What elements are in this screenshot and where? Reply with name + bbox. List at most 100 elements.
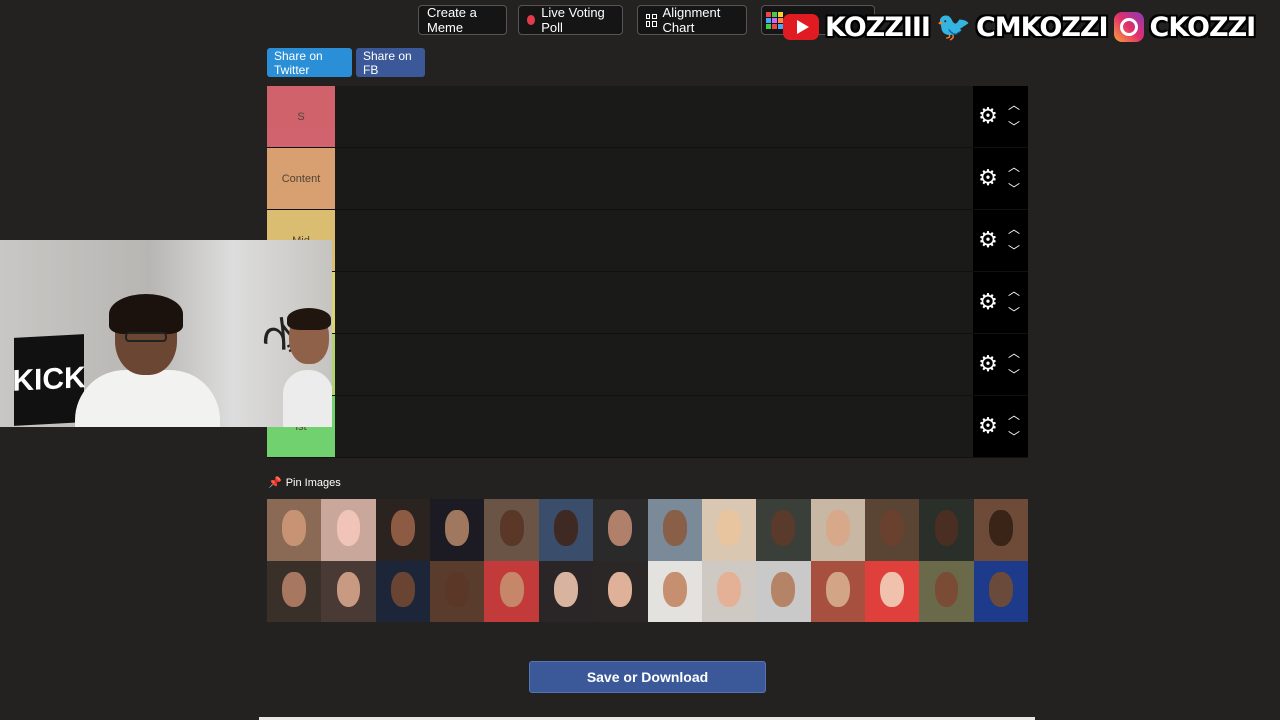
gear-icon[interactable]: ⚙	[977, 105, 999, 127]
face-image	[934, 571, 959, 608]
tier-item-thumbnail[interactable]	[919, 499, 974, 561]
tier-item-thumbnail[interactable]	[430, 560, 485, 622]
gear-icon[interactable]: ⚙	[977, 415, 999, 437]
face-image	[499, 510, 524, 546]
tier-row: ⚙ ︿ ﹀	[267, 272, 1028, 334]
face-image	[880, 571, 905, 608]
tier-controls: ⚙ ︿ ﹀	[973, 86, 1028, 147]
tier-row: S ⚙ ︿ ﹀	[267, 86, 1028, 148]
colorful-grid-icon	[766, 11, 783, 29]
tier-list: S⚙︿﹀Content⚙︿﹀Mid⚙︿﹀⚙︿﹀⚙︿﹀ist⚙︿﹀	[267, 86, 1028, 458]
tier-item-thumbnail[interactable]	[864, 560, 920, 622]
tier-controls: ⚙ ︿ ﹀	[973, 148, 1028, 209]
live-poll-label: Live Voting Poll	[541, 5, 605, 35]
tier-item-thumbnail[interactable]	[484, 560, 539, 622]
chevron-down-icon[interactable]: ﹀	[1007, 307, 1021, 319]
social-overlay: KOZZIII 🐦 CMKOZZI CKOZZI	[783, 10, 1256, 44]
youtube-handle: KOZZIII	[825, 11, 931, 43]
share-fb-label: Share on FB	[363, 48, 412, 77]
tier-drop-zone[interactable]	[335, 148, 973, 209]
tier-drop-zone[interactable]	[335, 210, 973, 271]
create-meme-button[interactable]: Create a Meme	[418, 5, 507, 35]
tier-item-thumbnail[interactable]	[321, 560, 376, 622]
twitter-bird-icon: 🐦	[936, 10, 971, 43]
gear-icon[interactable]: ⚙	[977, 353, 999, 375]
tier-item-thumbnail[interactable]	[647, 560, 702, 622]
grid-icon	[646, 13, 657, 27]
youtube-icon	[783, 14, 819, 40]
face-image	[336, 510, 361, 546]
tier-item-thumbnail[interactable]	[267, 499, 322, 561]
tier-item-thumbnail[interactable]	[321, 499, 376, 561]
chevron-up-icon[interactable]: ︿	[1007, 223, 1021, 235]
tier-drop-zone[interactable]	[335, 334, 973, 395]
tier-row: Mid⚙︿﹀	[267, 210, 1028, 272]
tier-item-thumbnail[interactable]	[756, 560, 811, 622]
tier-item-thumbnail[interactable]	[864, 499, 920, 561]
face-image	[554, 510, 578, 546]
tier-item-thumbnail[interactable]	[701, 499, 757, 561]
chevron-up-icon[interactable]: ︿	[1007, 347, 1021, 359]
tier-drop-zone[interactable]	[335, 272, 973, 333]
image-pool	[267, 499, 1028, 622]
tier-item-thumbnail[interactable]	[375, 499, 431, 561]
pin-images-header[interactable]: 📌 Pin Images	[268, 476, 341, 490]
face-image	[825, 571, 850, 608]
chevron-down-icon[interactable]: ﹀	[1007, 431, 1021, 443]
tier-item-thumbnail[interactable]	[810, 560, 865, 622]
chevron-down-icon[interactable]: ﹀	[1007, 121, 1021, 133]
gear-icon[interactable]: ⚙	[977, 291, 999, 313]
chevron-down-icon[interactable]: ﹀	[1007, 245, 1021, 257]
face-image	[282, 571, 307, 608]
tier-item-thumbnail[interactable]	[538, 499, 594, 561]
tier-label-text: S	[297, 110, 305, 123]
chevron-up-icon[interactable]: ︿	[1007, 161, 1021, 173]
tier-item-thumbnail[interactable]	[593, 560, 648, 622]
tier-item-thumbnail[interactable]	[973, 499, 1028, 561]
chevron-down-icon[interactable]: ﹀	[1007, 183, 1021, 195]
tier-item-thumbnail[interactable]	[375, 560, 431, 622]
tier-item-thumbnail[interactable]	[647, 499, 702, 561]
alignment-chart-label: Alignment Chart	[662, 5, 721, 35]
chevron-up-icon[interactable]: ︿	[1007, 285, 1021, 297]
share-fb-button[interactable]: Share on FB	[356, 48, 425, 77]
face-image	[717, 510, 741, 546]
pin-icon: 📌	[268, 477, 282, 489]
save-download-button[interactable]: Save or Download	[529, 661, 766, 693]
tier-item-thumbnail[interactable]	[973, 560, 1028, 622]
tier-label[interactable]: Content	[267, 148, 335, 209]
tier-item-thumbnail[interactable]	[810, 499, 865, 561]
tier-item-thumbnail[interactable]	[593, 499, 648, 561]
face-image	[282, 510, 307, 546]
alignment-chart-button[interactable]: Alignment Chart	[637, 5, 747, 35]
tier-item-thumbnail[interactable]	[484, 499, 539, 561]
save-download-label: Save or Download	[586, 669, 709, 685]
face-image	[445, 571, 470, 608]
tier-item-thumbnail[interactable]	[919, 560, 974, 622]
tier-item-thumbnail[interactable]	[756, 499, 811, 561]
gear-icon[interactable]: ⚙	[977, 167, 999, 189]
tier-row: ist⚙︿﹀	[267, 396, 1028, 458]
gear-icon[interactable]: ⚙	[977, 229, 999, 251]
face-image	[934, 510, 959, 546]
tier-item-thumbnail[interactable]	[430, 499, 485, 561]
share-twitter-button[interactable]: Share on Twitter	[267, 48, 352, 77]
face-image	[771, 571, 796, 608]
tier-item-thumbnail[interactable]	[701, 560, 757, 622]
twitter-handle: CMKOZZI	[975, 11, 1109, 43]
tier-drop-zone[interactable]	[335, 86, 973, 147]
chevron-up-icon[interactable]: ︿	[1007, 99, 1021, 111]
tier-label[interactable]: S	[267, 86, 335, 147]
face-image	[988, 571, 1013, 608]
chevron-down-icon[interactable]: ﹀	[1007, 369, 1021, 381]
streamer-figure	[75, 294, 220, 427]
tier-drop-zone[interactable]	[335, 396, 973, 457]
tier-controls: ⚙ ︿ ﹀	[973, 210, 1028, 271]
face-image	[554, 571, 578, 608]
live-voting-poll-button[interactable]: Live Voting Poll	[518, 5, 623, 35]
webcam-overlay: ぞ KICK	[0, 240, 332, 427]
chevron-up-icon[interactable]: ︿	[1007, 409, 1021, 421]
tier-item-thumbnail[interactable]	[538, 560, 594, 622]
face-image	[608, 510, 633, 546]
tier-item-thumbnail[interactable]	[267, 560, 322, 622]
